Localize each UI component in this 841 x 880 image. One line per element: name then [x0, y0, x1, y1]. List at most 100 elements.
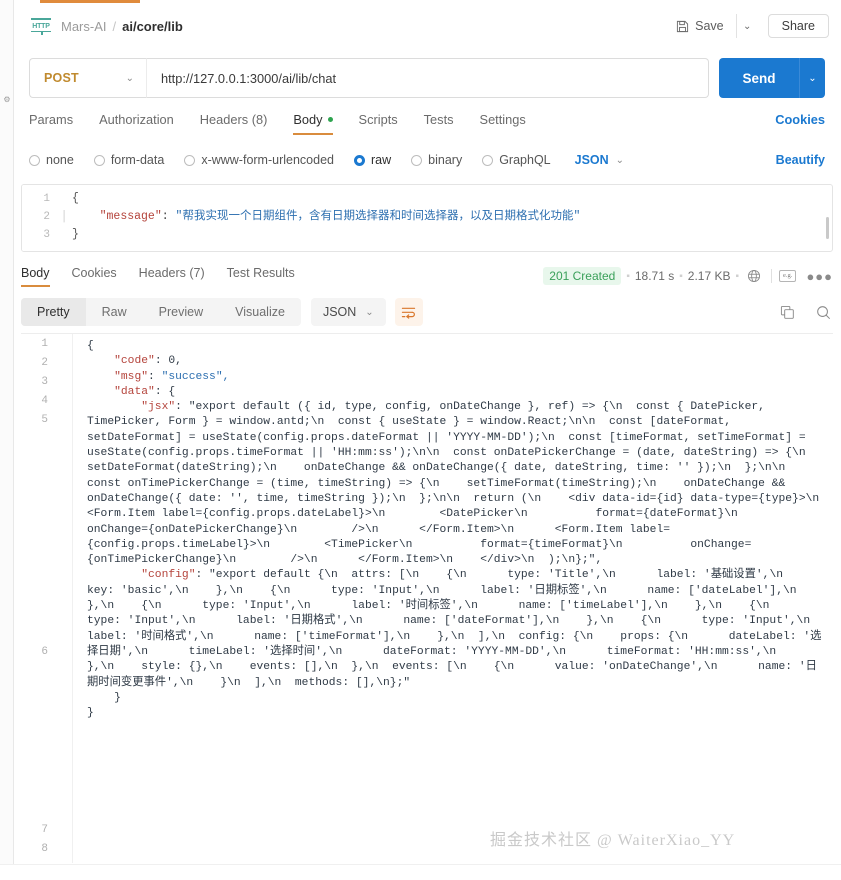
response-tab-body[interactable]: Body [21, 266, 50, 287]
send-button[interactable]: Send [719, 58, 799, 98]
breadcrumb-request-name[interactable]: ai/core/lib [122, 19, 183, 34]
req-line-2-colon: : [161, 210, 169, 223]
tab-scripts[interactable]: Scripts [359, 110, 398, 134]
line-number: 3 [43, 229, 50, 241]
left-rail: ⚙ [0, 0, 14, 880]
globe-icon[interactable] [744, 266, 764, 286]
view-pretty[interactable]: Pretty [21, 298, 86, 326]
response-body-viewer[interactable]: 1 2 3 4 5 6 7 8 { "code": 0, "msg": "suc… [21, 333, 833, 863]
wrap-lines-icon[interactable] [394, 298, 423, 326]
radio-form-data-icon [93, 154, 105, 166]
tab-params[interactable]: Params [29, 110, 73, 134]
breadcrumb-collection[interactable]: Mars-AI [61, 19, 107, 34]
body-type-raw[interactable]: raw [354, 153, 391, 167]
send-options-caret[interactable]: ⌄ [799, 58, 825, 98]
resp-line-3-value: "success", [161, 370, 230, 383]
radio-binary-icon [411, 154, 423, 166]
body-type-none[interactable]: none [29, 153, 74, 167]
response-meta: 201 Created ▪ 18.71 s ▪ 2.17 KB ▪ e.g. ●… [543, 266, 833, 286]
bottom-strip [0, 864, 841, 880]
resp-line-2-value: 0, [168, 355, 182, 368]
resp-line-7: } [114, 691, 121, 704]
copy-icon[interactable] [777, 302, 797, 322]
body-type-radio-group: none form-data x-www-form-urlencoded raw… [29, 148, 825, 172]
body-format-select[interactable]: JSON ⌄ [575, 153, 624, 167]
req-line-2-key: "message" [99, 210, 162, 223]
body-modified-dot-icon [327, 117, 333, 122]
beautify-button[interactable]: Beautify [776, 153, 825, 167]
request-header: HTTP Mars-AI / ai/core/lib Save ⌄ Share [14, 4, 841, 48]
body-format-label: JSON [574, 153, 609, 167]
chevron-down-icon: ⌄ [365, 306, 374, 318]
chevron-down-icon: ⌄ [125, 72, 134, 84]
response-json-code[interactable]: { "code": 0, "msg": "success", "data": {… [73, 334, 833, 863]
save-response-icon[interactable]: e.g. [779, 270, 797, 282]
floppy-disk-icon [676, 20, 689, 33]
body-type-binary-label: binary [428, 153, 463, 167]
request-tab-bar: Params Authorization Headers (8) Body Sc… [29, 110, 825, 142]
http-method-select[interactable]: POST ⌄ [29, 58, 146, 98]
resp-line-4-key: "data" [114, 385, 155, 398]
tab-headers[interactable]: Headers (8) [200, 110, 268, 134]
view-raw[interactable]: Raw [86, 298, 143, 326]
http-icon-label: HTTP [32, 22, 50, 30]
radio-graphql-icon [482, 154, 494, 166]
active-tab-indicator [40, 0, 140, 3]
header-actions: Save ⌄ Share [668, 14, 829, 38]
req-line-3: } [72, 228, 79, 241]
search-icon[interactable] [813, 302, 833, 322]
url-input[interactable]: http://127.0.0.1:3000/ai/lib/chat [146, 58, 709, 98]
tab-body[interactable]: Body [293, 110, 333, 135]
request-code[interactable]: { "message": "帮我实现一个日期组件，含有日期选择器和时间选择器，以… [72, 185, 832, 251]
response-toolbar-actions [777, 302, 833, 322]
response-time: 18.71 s [634, 269, 675, 283]
resp-line-5-key: "jsx" [141, 401, 176, 414]
meta-separator: ▪ [735, 270, 740, 282]
body-type-binary[interactable]: binary [411, 153, 462, 167]
resp-line-5-value: "export default ({ id, type, config, onD… [87, 401, 820, 567]
response-format-select[interactable]: JSON ⌄ [310, 298, 386, 326]
request-editor-scrollbar[interactable] [826, 217, 829, 239]
resp-line-1: { [87, 340, 94, 352]
share-button[interactable]: Share [767, 14, 829, 38]
save-options-caret[interactable]: ⌄ [735, 14, 758, 38]
tab-authorization[interactable]: Authorization [99, 110, 174, 134]
request-fold-gutter: │ [60, 211, 68, 223]
tab-params-label: Params [29, 112, 74, 127]
rail-collections-icon[interactable]: ⚙ [2, 95, 12, 105]
tab-headers-label: Headers (8) [199, 112, 268, 127]
body-type-graphql[interactable]: GraphQL [482, 153, 551, 167]
response-tab-test-results[interactable]: Test Results [227, 266, 295, 286]
more-options-icon[interactable]: ●●● [806, 269, 833, 284]
cookies-link[interactable]: Cookies [775, 110, 825, 127]
req-line-1: { [72, 192, 79, 205]
view-preview[interactable]: Preview [143, 298, 219, 326]
response-tab-headers[interactable]: Headers (7) [139, 266, 205, 286]
send-group: Send ⌄ [719, 58, 825, 98]
line-number: 1 [41, 338, 48, 350]
resp-line-2-key: "code" [114, 355, 155, 368]
view-visualize[interactable]: Visualize [219, 298, 301, 326]
body-type-form-data[interactable]: form-data [93, 153, 164, 167]
body-type-urlencoded[interactable]: x-www-form-urlencoded [184, 153, 334, 167]
status-badge: 201 Created [543, 267, 622, 285]
line-number: 4 [41, 395, 48, 407]
save-button[interactable]: Save [668, 15, 732, 37]
response-tab-cookies[interactable]: Cookies [72, 266, 117, 286]
tab-body-label: Body [293, 112, 323, 127]
tab-settings[interactable]: Settings [480, 110, 526, 134]
request-body-editor[interactable]: 1 2 3 │ { "message": "帮我实现一个日期组件，含有日期选择器… [21, 184, 833, 252]
body-type-graphql-label: GraphQL [499, 153, 551, 167]
response-format-label: JSON [322, 305, 357, 319]
breadcrumb-separator: / [112, 18, 117, 34]
response-line-numbers: 1 2 3 4 5 6 7 8 [21, 334, 55, 863]
response-fold-gutter [55, 334, 73, 863]
chevron-down-icon: ⌄ [615, 154, 625, 166]
tab-settings-label: Settings [479, 112, 526, 127]
line-number: 5 [41, 414, 48, 426]
body-type-none-label: none [46, 153, 74, 167]
resp-line-6-value: "export default {\n attrs: [\n {\n type:… [87, 569, 822, 689]
resp-line-6-key: "config" [141, 569, 196, 582]
url-bar: POST ⌄ http://127.0.0.1:3000/ai/lib/chat… [29, 58, 825, 98]
tab-tests[interactable]: Tests [424, 110, 454, 134]
